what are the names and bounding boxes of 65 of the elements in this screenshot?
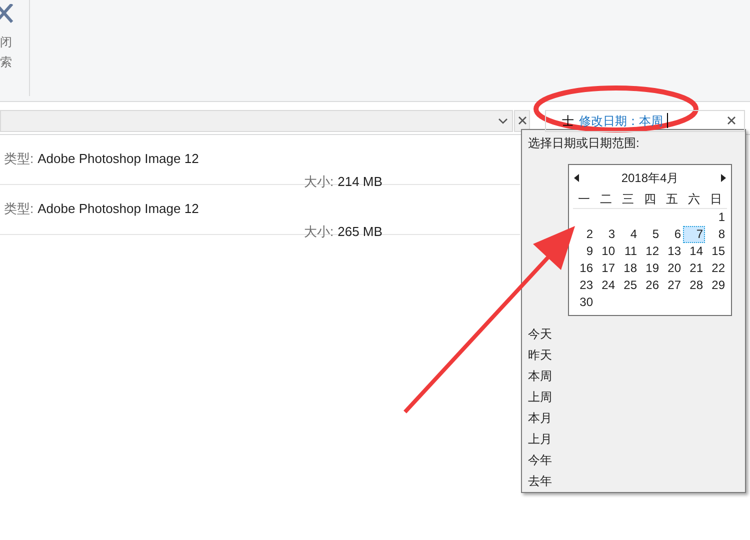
month-title[interactable]: 2018年4月	[621, 169, 679, 187]
calendar-day[interactable]: 3	[595, 226, 617, 243]
calendar-day[interactable]: 4	[617, 226, 639, 243]
calendar-day[interactable]: 25	[617, 277, 639, 294]
calendar-day[interactable]: 2	[573, 226, 595, 243]
calendar-day[interactable]: 15	[705, 243, 727, 260]
date-preset-link[interactable]: 今年	[528, 450, 552, 471]
size-label: 大小:	[304, 172, 334, 190]
weekday-label: 六	[687, 190, 701, 208]
weekday-label: 三	[621, 190, 635, 208]
calendar-day[interactable]: 10	[595, 243, 617, 260]
calendar-day[interactable]: 23	[573, 277, 595, 294]
file-type: Adobe Photoshop Image 12	[38, 200, 199, 218]
calendar-day[interactable]: 20	[661, 260, 683, 277]
calendar-day[interactable]: 1	[705, 209, 727, 226]
close-icon[interactable]	[727, 116, 736, 125]
weekday-label: 二	[599, 190, 613, 208]
close-icon	[518, 116, 526, 125]
calendar-day[interactable]: 30	[573, 294, 595, 311]
calendar-day[interactable]: 26	[639, 277, 661, 294]
calendar-day[interactable]: 28	[683, 277, 705, 294]
close-search-label: 闭	[0, 34, 12, 51]
chevron-down-icon	[498, 118, 508, 124]
calendar-day[interactable]: 17	[595, 260, 617, 277]
calendar-day[interactable]: 14	[683, 243, 705, 260]
date-preset-link[interactable]: 本月	[528, 408, 552, 429]
file-size: 265 MB	[338, 222, 382, 240]
weekday-label: 日	[709, 190, 723, 208]
calendar-day[interactable]: 16	[573, 260, 595, 277]
calendar-day[interactable]: 19	[639, 260, 661, 277]
date-preset-link[interactable]: 上月	[528, 429, 552, 450]
previous-month-icon[interactable]	[574, 174, 579, 182]
next-month-icon[interactable]	[721, 174, 726, 182]
calendar-day[interactable]: 7	[683, 226, 705, 243]
calendar-day[interactable]: 9	[573, 243, 595, 260]
type-label: 类型:	[4, 150, 34, 168]
calendar-day[interactable]: 5	[639, 226, 661, 243]
weekday-label: 五	[665, 190, 679, 208]
clear-button[interactable]	[514, 110, 530, 132]
date-preset-link[interactable]: 去年	[528, 471, 552, 492]
weekday-label: 四	[643, 190, 657, 208]
date-preset-link[interactable]: 昨天	[528, 345, 552, 366]
file-type: Adobe Photoshop Image 12	[38, 150, 199, 168]
calendar-day[interactable]: 8	[705, 226, 727, 243]
calendar-day[interactable]: 21	[683, 260, 705, 277]
calendar-day[interactable]: 27	[661, 277, 683, 294]
type-label: 类型:	[4, 200, 34, 218]
date-preset-link[interactable]: 本周	[528, 366, 552, 387]
calendar-day[interactable]: 22	[705, 260, 727, 277]
calendar-day[interactable]: 12	[639, 243, 661, 260]
file-size: 214 MB	[338, 172, 382, 190]
calendar-day[interactable]: 13	[661, 243, 683, 260]
size-label: 大小:	[304, 222, 334, 240]
search-filter: 修改日期：本周	[579, 112, 663, 130]
weekday-label: 一	[577, 190, 591, 208]
date-preset-link[interactable]: 今天	[528, 324, 552, 345]
close-icon[interactable]	[0, 4, 14, 24]
close-search-label: 索	[0, 54, 12, 71]
calendar-day[interactable]: 11	[617, 243, 639, 260]
calendar-day[interactable]: 18	[617, 260, 639, 277]
date-preset-link[interactable]: 上周	[528, 387, 552, 408]
calendar-day[interactable]: 29	[705, 277, 727, 294]
date-prompt: 选择日期或日期范围:	[528, 135, 640, 152]
calendar-day[interactable]: 6	[661, 226, 683, 243]
calendar-day[interactable]: 24	[595, 277, 617, 294]
